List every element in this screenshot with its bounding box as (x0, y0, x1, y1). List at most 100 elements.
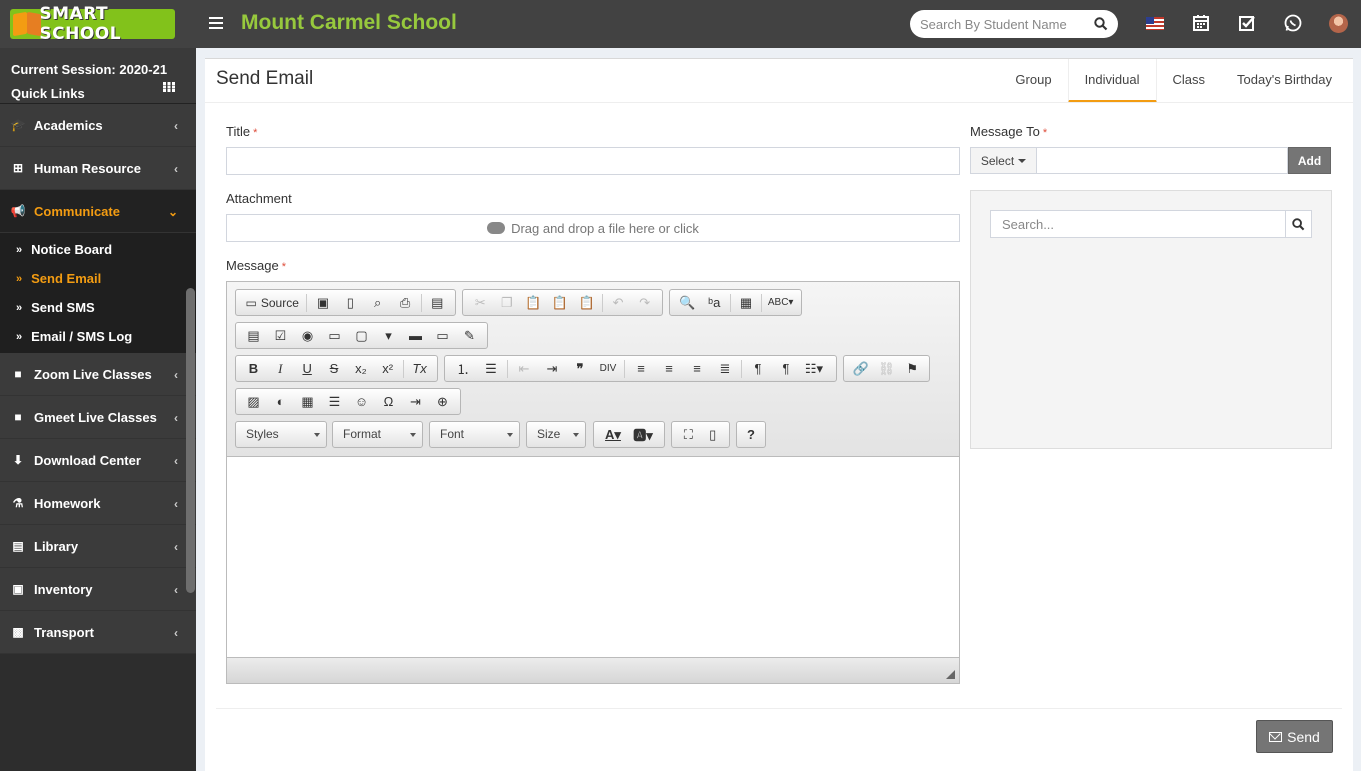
sidebar-item-download-center[interactable]: ⬇ Download Center ‹ (0, 439, 196, 482)
superscript-icon[interactable]: x² (374, 359, 401, 379)
tab-group[interactable]: Group (999, 59, 1067, 103)
sidebar-subitem-send-email[interactable]: » Send Email (0, 264, 196, 293)
sidebar-subitem-notice-board[interactable]: » Notice Board (0, 235, 196, 264)
add-recipient-button[interactable]: Add (1288, 147, 1331, 174)
paste-word-icon[interactable]: 📋 (573, 293, 600, 313)
radio-icon[interactable]: ◉ (294, 326, 321, 346)
rtl-icon[interactable]: ¶ (772, 359, 800, 379)
styles-combo[interactable]: Styles (235, 421, 327, 448)
sidebar-item-transport[interactable]: ▩ Transport ‹ (0, 611, 196, 654)
preview-icon[interactable]: ⌕ (364, 293, 391, 313)
link-icon[interactable]: 🔗 (848, 359, 874, 379)
attachment-dropzone[interactable]: Drag and drop a file here or click (226, 214, 960, 242)
sidebar-toggle-icon[interactable] (209, 17, 223, 29)
blockquote-icon[interactable]: ❞ (566, 359, 594, 379)
copy-icon[interactable]: ❐ (494, 293, 521, 313)
whatsapp-icon[interactable] (1283, 13, 1303, 33)
div-container-icon[interactable]: DIV (594, 359, 622, 379)
templates-icon[interactable]: ▤ (424, 293, 451, 313)
resize-handle-icon[interactable] (946, 670, 955, 679)
tab-todays-birthday[interactable]: Today's Birthday (1221, 59, 1348, 103)
align-left-icon[interactable]: ≡ (627, 359, 655, 379)
hidden-field-icon[interactable]: ✎ (456, 326, 483, 346)
undo-icon[interactable]: ↶ (605, 293, 632, 313)
student-search-input[interactable] (920, 16, 1094, 32)
recipient-search-button[interactable] (1285, 211, 1311, 237)
underline-icon[interactable]: U (294, 359, 321, 379)
recipient-search-input[interactable] (991, 216, 1285, 232)
smiley-icon[interactable]: ☺ (348, 392, 375, 412)
title-input[interactable] (226, 147, 960, 175)
numbered-list-icon[interactable]: ⒈ (449, 359, 477, 379)
recipient-input[interactable] (1037, 147, 1288, 174)
text-color-icon[interactable]: A▾ (598, 425, 628, 445)
remove-format-icon[interactable]: Tx (406, 359, 433, 379)
align-right-icon[interactable]: ≡ (683, 359, 711, 379)
paste-text-icon[interactable]: 📋 (547, 293, 574, 313)
print-icon[interactable]: ⎙ (391, 293, 418, 313)
editor-content-area[interactable] (227, 457, 959, 657)
special-char-icon[interactable]: Ω (375, 392, 402, 412)
spellcheck-icon[interactable]: ABC▾ (764, 293, 797, 313)
replace-icon[interactable]: ᵇa (701, 293, 728, 313)
recipient-type-select[interactable]: Select (970, 147, 1037, 174)
sidebar-item-gmeet-live-classes[interactable]: ■ Gmeet Live Classes ‹ (0, 396, 196, 439)
justify-icon[interactable]: ≣ (711, 359, 739, 379)
sidebar-subitem-send-sms[interactable]: » Send SMS (0, 293, 196, 322)
sidebar-item-library[interactable]: ▤ Library ‹ (0, 525, 196, 568)
tab-class[interactable]: Class (1157, 59, 1222, 103)
unlink-icon[interactable]: ⛓ (874, 359, 900, 379)
select-all-icon[interactable]: ▦ (733, 293, 760, 313)
strikethrough-icon[interactable]: S (321, 359, 348, 379)
sidebar-item-human-resource[interactable]: ⊞ Human Resource ‹ (0, 147, 196, 190)
maximize-icon[interactable]: ⛶ (676, 425, 701, 445)
find-icon[interactable]: 🔍 (674, 293, 701, 313)
bulleted-list-icon[interactable]: ☰ (477, 359, 505, 379)
new-page-icon[interactable]: ▯ (337, 293, 364, 313)
form-icon[interactable]: ▤ (240, 326, 267, 346)
sidebar-subitem-email-sms-log[interactable]: » Email / SMS Log (0, 322, 196, 351)
send-button[interactable]: Send (1256, 720, 1333, 753)
source-button[interactable]: ▭ Source (240, 293, 304, 313)
app-logo[interactable]: SMART SCHOOL (10, 4, 175, 44)
size-combo[interactable]: Size (526, 421, 586, 448)
indent-icon[interactable]: ⇥ (538, 359, 566, 379)
sidebar-item-zoom-live-classes[interactable]: ■ Zoom Live Classes ‹ (0, 353, 196, 396)
task-check-icon[interactable] (1237, 13, 1257, 33)
checkbox-icon[interactable]: ☑ (267, 326, 294, 346)
calendar-icon[interactable] (1191, 13, 1211, 33)
us-flag-icon[interactable] (1146, 17, 1164, 30)
language-icon[interactable]: ☷▾ (800, 359, 828, 379)
paste-icon[interactable]: 📋 (520, 293, 547, 313)
sidebar-item-communicate[interactable]: 📢 Communicate ⌄ (0, 190, 196, 233)
image-button-icon[interactable]: ▭ (429, 326, 456, 346)
bg-color-icon[interactable]: 🅰▾ (628, 425, 658, 445)
outdent-icon[interactable]: ⇤ (510, 359, 538, 379)
text-field-icon[interactable]: ▭ (321, 326, 348, 346)
table-icon[interactable]: ▦ (294, 392, 321, 412)
sidebar-item-homework[interactable]: ⚗ Homework ‹ (0, 482, 196, 525)
subscript-icon[interactable]: x₂ (347, 359, 374, 379)
horizontal-line-icon[interactable]: ☰ (321, 392, 348, 412)
textarea-icon[interactable]: ▢ (348, 326, 375, 346)
image-icon[interactable]: ▨ (240, 392, 267, 412)
quick-links[interactable]: Quick Links (11, 82, 185, 106)
grid-icon[interactable] (163, 82, 175, 92)
current-session[interactable]: Current Session: 2020-21 (11, 58, 185, 82)
font-combo[interactable]: Font (429, 421, 520, 448)
save-icon[interactable]: ▣ (309, 293, 336, 313)
format-combo[interactable]: Format (332, 421, 423, 448)
cut-icon[interactable]: ✂ (467, 293, 494, 313)
button-field-icon[interactable]: ▬ (402, 326, 429, 346)
sidebar-scrollbar[interactable] (186, 288, 195, 593)
user-avatar[interactable] (1329, 14, 1348, 33)
align-center-icon[interactable]: ≡ (655, 359, 683, 379)
sidebar-item-inventory[interactable]: ▣ Inventory ‹ (0, 568, 196, 611)
help-icon[interactable]: ? (741, 425, 761, 445)
select-field-icon[interactable]: ▾ (375, 326, 402, 346)
flash-icon[interactable]: ◐ (267, 392, 294, 412)
ltr-icon[interactable]: ¶ (744, 359, 772, 379)
bold-icon[interactable]: B (240, 359, 267, 379)
page-break-icon[interactable]: ⇥ (402, 392, 429, 412)
redo-icon[interactable]: ↷ (631, 293, 658, 313)
